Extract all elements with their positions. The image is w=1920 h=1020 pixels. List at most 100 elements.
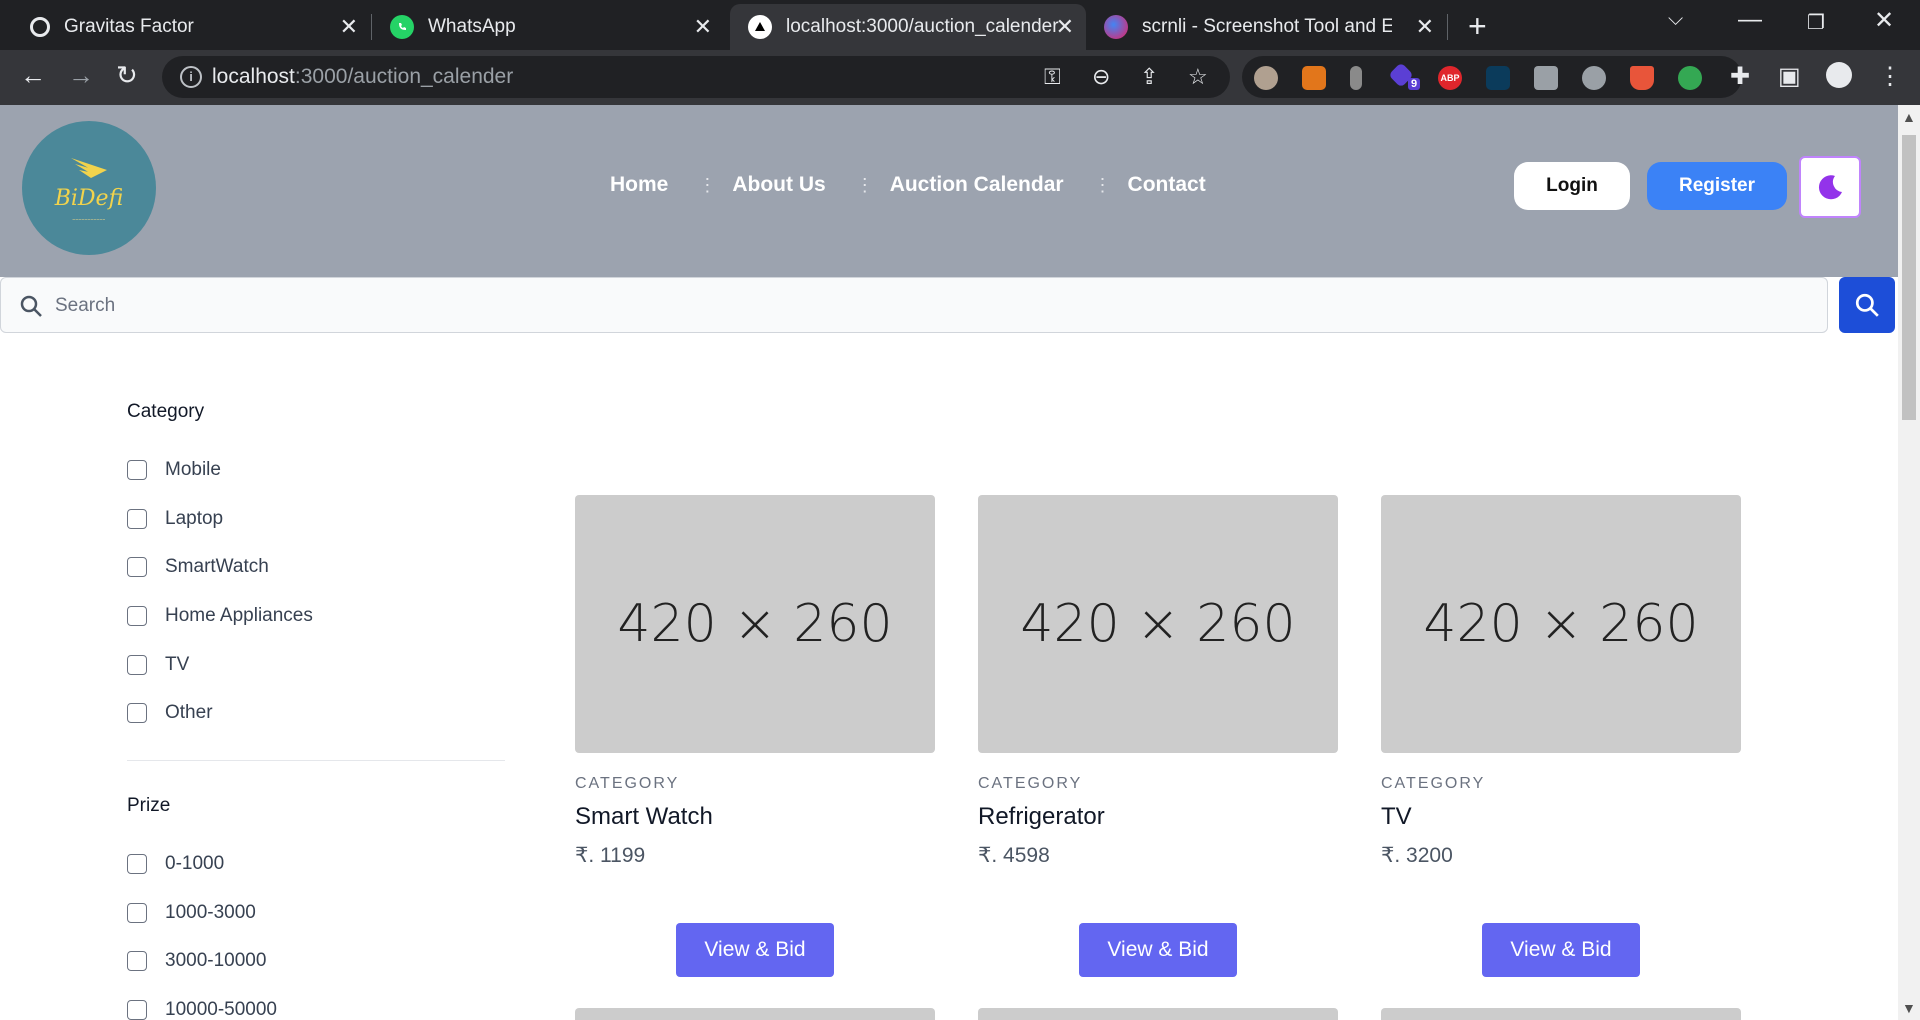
share-icon[interactable]: ⇪ [1140, 64, 1158, 90]
product-price: ₹. 1199 [575, 844, 646, 867]
back-icon[interactable]: ← [20, 60, 46, 91]
search-button[interactable] [1839, 277, 1895, 333]
filter-label: 3000-10000 [165, 950, 267, 971]
search-input[interactable] [55, 292, 1755, 320]
adblock-plus-icon[interactable]: ABP [1438, 66, 1462, 90]
login-button[interactable]: Login [1514, 162, 1630, 210]
main-nav: Home ⋮ About Us ⋮ Auction Calendar ⋮ Con… [610, 173, 1206, 197]
checkbox[interactable] [127, 854, 147, 874]
checkbox[interactable] [127, 951, 147, 971]
page-viewport: BiDefi ⎯⎯⎯⎯⎯⎯⎯⎯⎯⎯⎯ Home ⋮ About Us ⋮ Auc… [0, 105, 1898, 1020]
product-category: CATEGORY [1381, 775, 1486, 792]
site-header: BiDefi ⎯⎯⎯⎯⎯⎯⎯⎯⎯⎯⎯ Home ⋮ About Us ⋮ Auc… [0, 105, 1898, 277]
product-image-placeholder[interactable]: 420 × 260 [575, 495, 935, 753]
moon-icon [1818, 175, 1842, 200]
logo-text: BiDefi [54, 185, 124, 211]
filter-label: TV [165, 654, 190, 675]
prize-filter-0-1000[interactable]: 0-1000 [127, 853, 224, 875]
product-name[interactable]: TV [1381, 803, 1741, 831]
close-icon[interactable]: ✕ [340, 14, 358, 40]
product-name[interactable]: Refrigerator [978, 803, 1338, 831]
product-image-placeholder[interactable]: 420 × 260 [978, 495, 1338, 753]
reload-icon[interactable]: ↻ [116, 60, 138, 91]
checkbox[interactable] [127, 509, 147, 529]
tab-search-chevron-icon[interactable]: ⌵ [1668, 8, 1683, 31]
key-icon[interactable]: ⚿ [1044, 64, 1061, 90]
tab-auction-calender[interactable]: localhost:3000/auction_calender ✕ [730, 4, 1086, 50]
category-filter-mobile[interactable]: Mobile [127, 459, 221, 481]
product-name[interactable]: Smart Watch [575, 803, 935, 831]
side-panel-icon[interactable]: ▣ [1778, 62, 1801, 91]
browser-toolbar: ← → ↻ i localhost:3000/auction_calender … [0, 50, 1920, 105]
site-info-icon[interactable]: i [180, 66, 202, 88]
next-row-product-image[interactable] [1381, 1008, 1741, 1020]
category-filter-tv[interactable]: TV [127, 654, 189, 676]
tab-scrnli[interactable]: scrnli - Screenshot Tool and Editor ✕ [1090, 4, 1446, 50]
checkbox[interactable] [127, 557, 147, 577]
checkbox[interactable] [127, 655, 147, 675]
tab-whatsapp[interactable]: WhatsApp ✕ [372, 4, 724, 50]
address-bar[interactable]: i localhost:3000/auction_calender ⚿ ⊖ ⇪ … [162, 56, 1230, 98]
theme-toggle-button[interactable] [1799, 156, 1861, 218]
close-icon[interactable]: ✕ [1056, 14, 1074, 40]
category-filter-other[interactable]: Other [127, 702, 213, 724]
extensions-puzzle-icon[interactable]: ✚ [1730, 62, 1750, 91]
category-filter-laptop[interactable]: Laptop [127, 508, 223, 530]
url-text[interactable]: localhost:3000/auction_calender [212, 65, 513, 89]
nav-auction-calendar[interactable]: Auction Calendar [890, 173, 1064, 197]
view-bid-button[interactable]: View & Bid [1079, 923, 1237, 977]
bidefi-logo[interactable]: BiDefi ⎯⎯⎯⎯⎯⎯⎯⎯⎯⎯⎯ [22, 121, 156, 255]
extension-robot-icon[interactable] [1678, 66, 1702, 90]
close-icon[interactable]: ✕ [694, 14, 712, 40]
forward-icon[interactable]: → [68, 60, 94, 91]
filter-label: SmartWatch [165, 556, 269, 577]
prize-filter-1000-3000[interactable]: 1000-3000 [127, 902, 256, 924]
filter-label: Other [165, 702, 213, 723]
nav-contact[interactable]: Contact [1128, 173, 1206, 197]
nav-about-us[interactable]: About Us [732, 173, 825, 197]
prize-filter-title: Prize [127, 795, 171, 816]
page-scrollbar[interactable]: ▲ ▼ [1898, 105, 1920, 1020]
close-window-icon[interactable]: ✕ [1874, 6, 1894, 35]
extension-owl-icon[interactable] [1254, 66, 1278, 90]
tab-title: localhost:3000/auction_calender [786, 16, 1059, 37]
checkbox[interactable] [127, 703, 147, 723]
tab-gravitas-factor[interactable]: Gravitas Factor ✕ [0, 4, 370, 50]
checkbox[interactable] [127, 460, 147, 480]
scroll-down-arrow-icon[interactable]: ▼ [1902, 1000, 1916, 1016]
checkbox[interactable] [127, 606, 147, 626]
view-bid-button[interactable]: View & Bid [676, 923, 834, 977]
profile-avatar-icon[interactable] [1826, 62, 1852, 88]
checkbox[interactable] [127, 903, 147, 923]
extension-rocket-icon[interactable] [1630, 66, 1654, 90]
next-row-product-image[interactable] [978, 1008, 1338, 1020]
scrollbar-thumb[interactable] [1902, 135, 1916, 420]
metamask-fox-icon[interactable] [1302, 66, 1326, 90]
prize-filter-10000-50000[interactable]: 10000-50000 [127, 999, 277, 1020]
extension-bottle-icon[interactable] [1350, 66, 1362, 90]
register-button[interactable]: Register [1647, 162, 1787, 210]
minimize-icon[interactable]: — [1738, 6, 1762, 34]
prize-filter-3000-10000[interactable]: 3000-10000 [127, 950, 266, 972]
next-row-product-image[interactable] [575, 1008, 935, 1020]
new-tab-icon[interactable]: + [1468, 8, 1487, 45]
category-filter-smartwatch[interactable]: SmartWatch [127, 556, 269, 578]
product-image-placeholder[interactable]: 420 × 260 [1381, 495, 1741, 753]
restore-icon[interactable]: ❐ [1807, 10, 1825, 35]
extension-wave-icon[interactable] [1486, 66, 1510, 90]
camera-icon[interactable] [1534, 66, 1558, 90]
category-filter-home-appliances[interactable]: Home Appliances [127, 605, 313, 627]
bookmark-star-icon[interactable]: ☆ [1188, 64, 1208, 90]
browser-menu-icon[interactable]: ⋮ [1878, 62, 1902, 91]
view-bid-button[interactable]: View & Bid [1482, 923, 1640, 977]
extension-gear-icon[interactable] [1582, 66, 1606, 90]
nav-home[interactable]: Home [610, 173, 668, 197]
close-icon[interactable]: ✕ [1416, 14, 1434, 40]
checkbox[interactable] [127, 1000, 147, 1020]
zoom-out-icon[interactable]: ⊖ [1092, 64, 1110, 90]
nav-separator: ⋮ [698, 175, 716, 195]
logo-tagline-mark: ⎯⎯⎯⎯⎯⎯⎯⎯⎯⎯⎯ [72, 216, 106, 223]
product-category: CATEGORY [575, 775, 680, 792]
url-path: :3000/auction_calender [294, 65, 514, 88]
scroll-up-arrow-icon[interactable]: ▲ [1902, 109, 1916, 125]
